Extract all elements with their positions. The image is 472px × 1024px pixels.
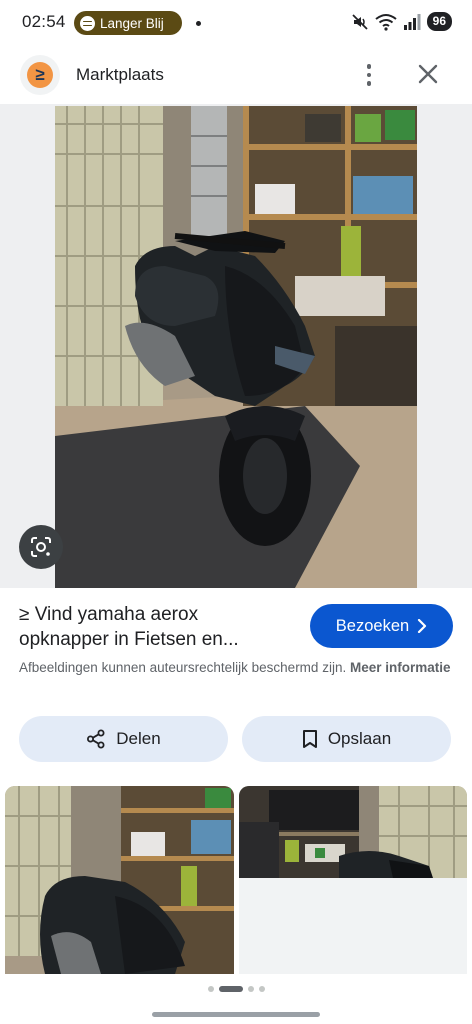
status-bar: 02:54 Langer Blij 96 xyxy=(0,0,472,46)
visit-label: Bezoeken xyxy=(335,616,410,635)
site-name: Marktplaats xyxy=(76,65,164,84)
google-lens-icon xyxy=(31,537,51,557)
media-title: Langer Blij xyxy=(100,15,164,31)
battery-indicator: 96 xyxy=(426,12,452,31)
copyright-disclaimer: Afbeeldingen kunnen auteursrechtelijk be… xyxy=(19,658,459,678)
lens-search-button[interactable] xyxy=(19,525,63,569)
spotify-icon xyxy=(80,15,95,31)
result-title[interactable]: ≥ Vind yamaha aerox opknapper in Fietsen… xyxy=(19,602,289,652)
visit-button[interactable]: Bezoeken xyxy=(310,604,453,648)
save-label: Opslaan xyxy=(327,729,392,748)
share-label: Delen xyxy=(116,729,161,748)
system-icons: 96 xyxy=(351,12,452,31)
pager-dot-active[interactable] xyxy=(218,986,243,992)
main-image-scooter[interactable] xyxy=(55,106,417,588)
chevron-right-icon xyxy=(418,619,427,633)
related-image-thumbnail[interactable] xyxy=(5,786,234,974)
bookmark-icon xyxy=(302,730,317,748)
site-logo: ≥ xyxy=(20,55,60,95)
more-options-button[interactable] xyxy=(356,61,382,89)
more-vert-icon xyxy=(366,64,372,69)
pager-dot[interactable] xyxy=(207,986,214,992)
notification-dot-icon xyxy=(196,21,201,26)
wifi-icon xyxy=(375,13,397,31)
signal-icon xyxy=(403,13,421,30)
image-pager xyxy=(0,986,472,992)
save-button[interactable]: Opslaan xyxy=(242,716,451,762)
status-clock: 02:54 xyxy=(22,12,66,31)
image-viewer[interactable] xyxy=(0,104,472,588)
disclaimer-text: Afbeeldingen kunnen auteursrechtelijk be… xyxy=(19,660,347,675)
mute-icon xyxy=(352,13,368,30)
app-bar: ≥ Marktplaats xyxy=(0,46,472,104)
pager-dot[interactable] xyxy=(258,986,265,992)
close-button[interactable] xyxy=(414,60,442,88)
share-button[interactable]: Delen xyxy=(19,716,228,762)
related-image-thumbnail[interactable] xyxy=(239,786,467,974)
pager-dot[interactable] xyxy=(247,986,254,992)
media-playing-chip[interactable]: Langer Blij xyxy=(74,11,182,35)
share-icon xyxy=(87,729,105,749)
more-info-link[interactable]: Meer informatie xyxy=(350,660,451,675)
related-images xyxy=(0,786,472,974)
marktplaats-logo-icon: ≥ xyxy=(27,62,53,88)
home-indicator[interactable] xyxy=(152,1012,320,1017)
